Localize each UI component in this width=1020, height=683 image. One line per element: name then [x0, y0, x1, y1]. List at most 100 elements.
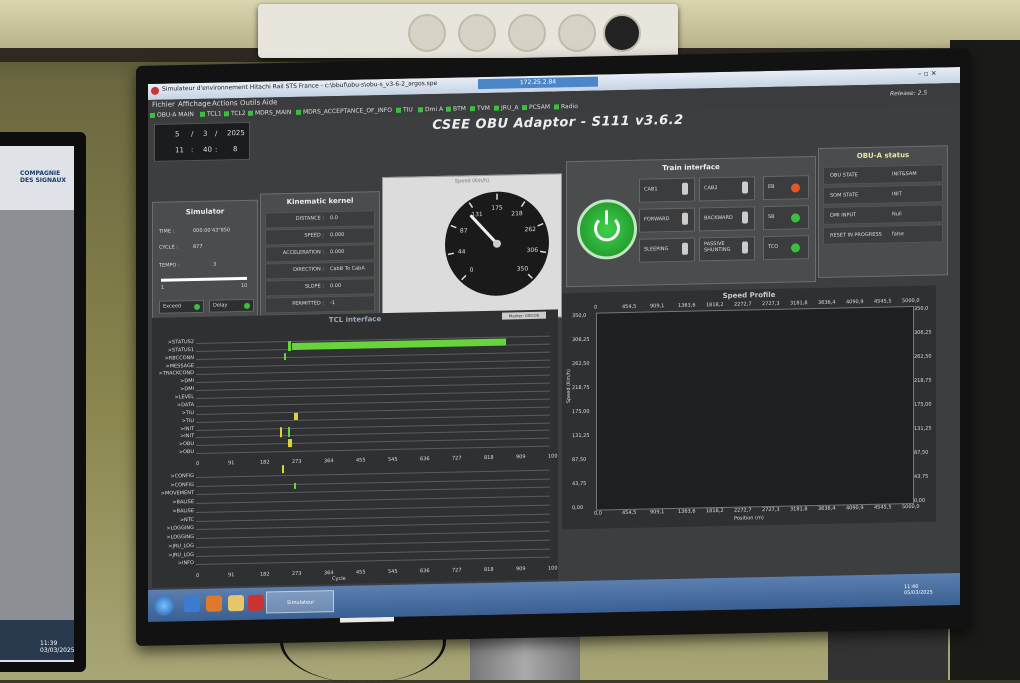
tcl-x-tick: 455	[356, 457, 366, 464]
tab-status-icon	[224, 111, 229, 117]
kinematic-title: Kinematic kernel	[286, 196, 354, 207]
tab-pcsam[interactable]: PCSAM	[522, 104, 550, 112]
tcl-marker-yellow	[288, 438, 292, 448]
tcl-row-label: >INFO	[177, 560, 194, 567]
menu-fichier[interactable]: Fichier	[152, 100, 175, 108]
gauge-tick-label: 175	[491, 205, 503, 212]
tcl-grid-line	[196, 367, 550, 376]
simulator-app-icon[interactable]	[248, 594, 264, 611]
tcl-grid-line	[196, 504, 550, 513]
tcl-row-label: >STATUS2	[167, 339, 194, 346]
delay-button[interactable]: Delay	[209, 298, 254, 313]
sb-indicator: SB	[763, 205, 809, 231]
exceed-button[interactable]: Exceed	[159, 299, 204, 314]
taskbar-app-button[interactable]: Simulateur d'env...	[266, 590, 334, 622]
kinematic-row: DIRECTION : CabB To CabA	[265, 261, 375, 280]
tcl-grid-line	[196, 437, 550, 447]
cab2-label: CAB2	[704, 185, 718, 192]
folder-icon[interactable]	[228, 594, 244, 612]
gauge-tick-label: 87	[460, 228, 468, 235]
tab-status-icon	[248, 110, 253, 116]
date-year: 2025	[227, 128, 245, 138]
tcl-row-label: >TIU	[181, 409, 194, 417]
tcl-grid-line	[196, 521, 550, 531]
tab-label: TVM	[477, 104, 490, 113]
tcl-x-tick: 0	[196, 572, 200, 579]
tcl-x-label: Cycle	[332, 575, 346, 583]
time-hour: 11	[175, 146, 184, 155]
tcl-interface-panel: TCL interface Marker: 000:00 >STATUS2 >ST…	[152, 309, 558, 588]
window-controls[interactable]: – ▫ ✕	[918, 69, 937, 77]
start-button[interactable]	[154, 595, 174, 616]
obu-status-value: INIT	[892, 191, 902, 198]
cab2-switch[interactable]: CAB2	[699, 176, 755, 202]
tab-tiu[interactable]: TIU	[396, 106, 413, 114]
power-button[interactable]	[577, 198, 637, 261]
media-player-icon[interactable]	[206, 595, 222, 612]
obu-status-title: OBU-A status	[856, 151, 910, 161]
tcl-row-label: >CONFIG	[170, 481, 194, 489]
kinematic-value: 0.000	[330, 231, 345, 239]
tcl-x-tick: 636	[420, 456, 430, 463]
backward-label: BACKWARD	[704, 214, 733, 222]
tab-mdrs-main[interactable]: MDRS_MAIN	[248, 109, 291, 117]
tab-btm[interactable]: BTM	[446, 105, 466, 113]
exceed-label: Exceed	[163, 303, 182, 310]
date-month: 3	[203, 129, 208, 138]
tab-mdrs-acceptance[interactable]: MDRS_ACCEPTANCE_OF_INFO	[296, 107, 392, 116]
cycle-value: 877	[193, 243, 203, 251]
menu-affichage[interactable]: Affichage	[178, 100, 211, 109]
menu-outils[interactable]: Outils	[240, 99, 260, 107]
speed-y-tick: 175,00	[572, 408, 590, 416]
speed-top-tick: 454,5	[622, 303, 637, 311]
passive-shunting-switch[interactable]: PASSIVE SHUNTING	[699, 236, 755, 262]
tcl-row-label: >TRACKCOND	[158, 370, 194, 378]
tab-radio[interactable]: Radio	[554, 103, 578, 111]
tab-tcl2[interactable]: TCL2	[224, 110, 246, 117]
sleeping-switch[interactable]: SLEEPING	[639, 237, 695, 263]
tcl-grid-line	[196, 390, 550, 400]
tempo-slider[interactable]	[161, 276, 247, 282]
tco-label: TCO	[768, 243, 779, 251]
forward-switch[interactable]: FORWARD	[639, 207, 695, 233]
tab-label: TCL2	[231, 109, 246, 118]
tcl-grid-line	[196, 487, 550, 496]
tab-tvm[interactable]: TVM	[470, 105, 490, 112]
speed-profile-panel: Speed Profile 0 454,5 909,1 1363,6 1818,2 227…	[562, 285, 936, 530]
speed-bottom-tick: 3636,4	[818, 505, 836, 512]
tempo-label: TEMPO :	[159, 262, 180, 269]
tab-tcl1[interactable]: TCL1	[200, 110, 222, 118]
tcl-x-tick: 818	[484, 566, 494, 573]
tco-led-icon	[791, 243, 800, 253]
time-separator: :	[215, 145, 218, 154]
speed-y-tick: 87,50	[572, 456, 587, 464]
tcl-row-label: >OBU	[178, 441, 194, 448]
obu-status-row: DMI INPUT Null	[823, 204, 943, 225]
obu-status-row: SOM STATE INIT	[823, 184, 943, 205]
ie-icon[interactable]	[184, 595, 200, 613]
socket-plug	[603, 14, 641, 52]
tab-status-icon	[150, 112, 155, 118]
kinematic-label: ACCELERATION :	[282, 249, 324, 257]
speed-y-tick-right: 0,00	[914, 497, 926, 504]
speed-top-tick: 2727,3	[762, 300, 780, 308]
backward-switch[interactable]: BACKWARD	[699, 206, 755, 232]
eb-label: EB	[768, 183, 775, 191]
menu-aide[interactable]: Aide	[262, 98, 277, 106]
kinematic-row: SPEED : 0.000	[265, 227, 375, 246]
menu-actions[interactable]: Actions	[212, 99, 238, 108]
left-monitor-logo: COMPAGNIE DES SIGNAUX	[20, 170, 66, 184]
speed-y-tick: 0,00	[572, 504, 584, 512]
speed-top-tick: 4545,5	[874, 298, 892, 305]
tcl-row-label: >MOVEMENT	[160, 490, 194, 498]
cab1-switch[interactable]: CAB1	[639, 177, 695, 203]
kinematic-value: 0.00	[330, 282, 342, 290]
tab-dmi-a[interactable]: Dmi A	[418, 106, 443, 114]
obu-status-label: SOM STATE	[830, 192, 859, 199]
tcl-row-label: >CONFIG	[170, 473, 194, 480]
speed-y-tick-right: 350,0	[914, 305, 929, 312]
tab-obu-a-main[interactable]: OBU-A MAIN	[150, 111, 194, 119]
tab-jru-a[interactable]: JRU_A	[494, 104, 518, 112]
tcl-grid-line	[196, 539, 550, 548]
power-icon-line	[605, 210, 608, 225]
